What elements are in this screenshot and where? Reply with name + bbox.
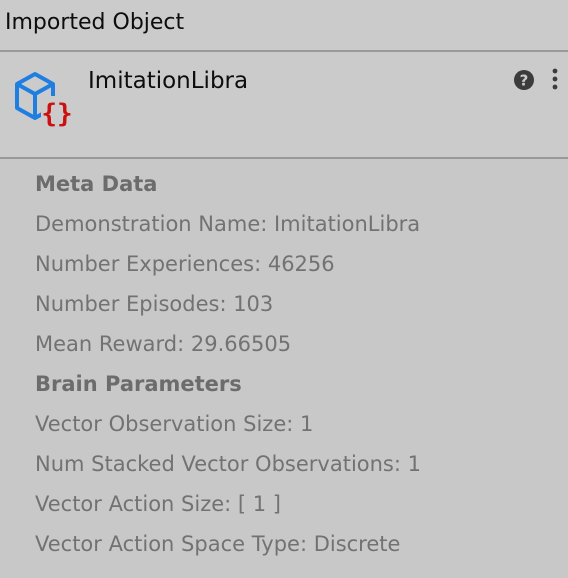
panel-header: Imported Object	[0, 0, 568, 52]
inspector-content: Meta Data Demonstration Name: ImitationL…	[0, 159, 568, 578]
vector-observation-size-label: Vector Observation Size: 1	[35, 412, 314, 436]
demonstration-name-label: Demonstration Name: ImitationLibra	[35, 212, 421, 236]
svg-text:{}: {}	[41, 99, 72, 128]
object-name: ImitationLibra	[88, 68, 249, 94]
number-experiences-label: Number Experiences: 46256	[35, 252, 335, 276]
demonstration-asset-icon: {}	[15, 72, 73, 128]
brain-parameters-heading: Brain Parameters	[35, 372, 242, 396]
help-icon[interactable]: ?	[513, 69, 535, 91]
object-header: {} ImitationLibra ?	[0, 52, 568, 159]
more-vertical-icon[interactable]	[549, 68, 561, 92]
vector-action-space-type-label: Vector Action Space Type: Discrete	[35, 532, 401, 556]
num-stacked-vector-observations-label: Num Stacked Vector Observations: 1	[35, 452, 421, 476]
meta-data-heading: Meta Data	[35, 172, 158, 196]
number-episodes-label: Number Episodes: 103	[35, 292, 274, 316]
svg-text:?: ?	[520, 72, 529, 90]
panel-title: Imported Object	[5, 10, 185, 35]
mean-reward-label: Mean Reward: 29.66505	[35, 332, 292, 356]
vector-action-size-label: Vector Action Size: [ 1 ]	[35, 492, 281, 516]
